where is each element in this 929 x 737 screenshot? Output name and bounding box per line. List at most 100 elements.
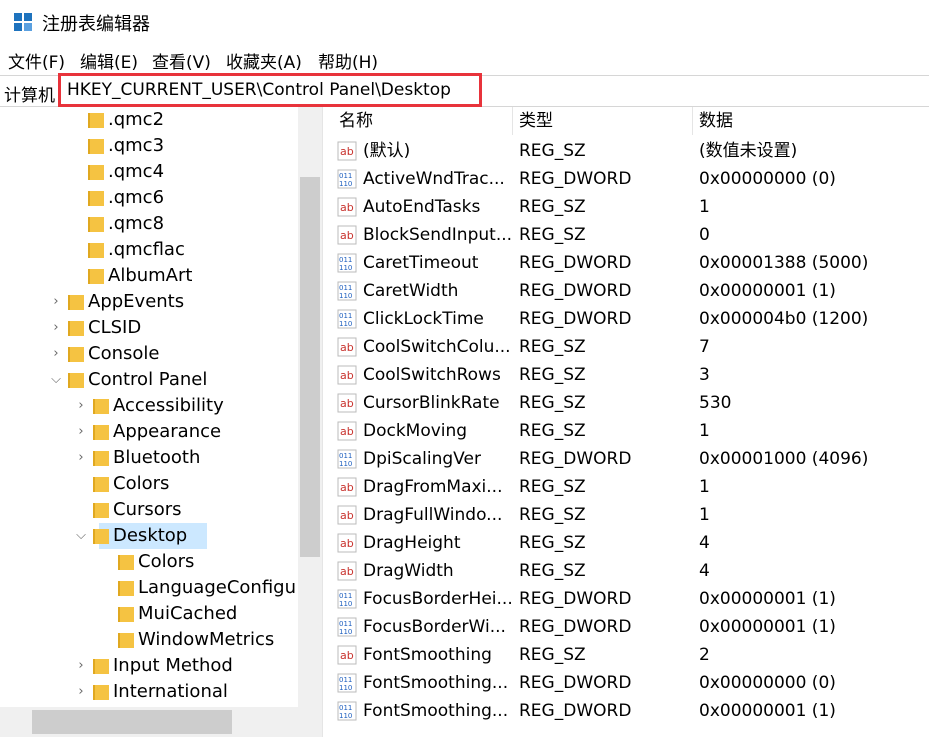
folder-icon [93, 659, 109, 674]
tree-item[interactable]: .qmc3 [0, 133, 298, 159]
tree-item[interactable]: .qmcflac [0, 237, 298, 263]
value-row[interactable]: ab DragHeight REG_SZ 4 [333, 529, 929, 557]
menu-help[interactable]: 帮助(H) [318, 48, 378, 73]
value-data: 1 [699, 197, 710, 217]
column-header-data[interactable]: 数据 [693, 107, 929, 135]
value-row[interactable]: ab CoolSwitchColu... REG_SZ 7 [333, 333, 929, 361]
address-path-input[interactable]: HKEY_CURRENT_USER\Control Panel\Desktop [58, 73, 482, 107]
tree-item[interactable]: ⌵ Desktop [76, 523, 207, 549]
menu-edit[interactable]: 编辑(E) [80, 48, 138, 73]
tree-item[interactable]: MuiCached [0, 601, 298, 627]
value-row[interactable]: ab CoolSwitchRows REG_SZ 3 [333, 361, 929, 389]
svg-text:011: 011 [339, 312, 352, 320]
folder-icon [68, 321, 84, 336]
svg-text:110: 110 [339, 264, 352, 272]
value-type: REG_SZ [519, 197, 586, 217]
string-value-icon: ab [337, 645, 357, 665]
value-row[interactable]: 011 110 FocusBorderWi... REG_DWORD 0x0000000… [333, 613, 929, 641]
scrollbar-thumb[interactable] [300, 177, 320, 557]
value-row[interactable]: 011 110 CaretWidth REG_DWORD 0x00000001 (1) [333, 277, 929, 305]
value-type: REG_DWORD [519, 253, 632, 273]
tree-item[interactable]: .qmc4 [0, 159, 298, 185]
dword-value-icon: 011110 [337, 449, 357, 469]
tree-vertical-scrollbar[interactable] [298, 107, 322, 707]
tree-item[interactable]: WindowMetrics [0, 627, 298, 653]
tree-item[interactable]: › Input Method [0, 653, 298, 679]
value-row[interactable]: ab CursorBlinkRate REG_SZ 530 [333, 389, 929, 417]
value-row[interactable]: ab (默认) REG_SZ (数值未设置) [333, 137, 929, 165]
tree-item[interactable]: Colors [0, 471, 298, 497]
tree-item[interactable]: › Bluetooth [0, 445, 298, 471]
chevron-down-icon[interactable]: ⌵ [75, 523, 87, 549]
tree-item[interactable]: › Accessibility [0, 393, 298, 419]
value-row[interactable]: ab BlockSendInput... REG_SZ 0 [333, 221, 929, 249]
tree-item[interactable]: LanguageConfigu [0, 575, 298, 601]
chevron-right-icon[interactable]: › [75, 653, 87, 679]
value-type: REG_SZ [519, 141, 586, 161]
value-row[interactable]: ab AutoEndTasks REG_SZ 1 [333, 193, 929, 221]
chevron-right-icon[interactable]: › [50, 289, 62, 315]
value-row[interactable]: ab DragFromMaxi... REG_SZ 1 [333, 473, 929, 501]
value-row[interactable]: 011 110 ActiveWndTrac... REG_DWORD 0x0000000… [333, 165, 929, 193]
tree-item[interactable]: .qmc6 [0, 185, 298, 211]
column-header-type[interactable]: 类型 [513, 107, 693, 135]
value-name: CaretTimeout [363, 253, 479, 273]
chevron-right-icon[interactable]: › [50, 315, 62, 341]
tree-item[interactable]: › International [0, 679, 298, 705]
chevron-right-icon[interactable]: › [75, 393, 87, 419]
tree-item[interactable]: .qmc8 [0, 211, 298, 237]
scrollbar-thumb[interactable] [32, 710, 232, 734]
chevron-down-icon[interactable]: ⌵ [50, 367, 62, 393]
chevron-right-icon[interactable]: › [75, 419, 87, 445]
dword-value-icon: 011110 [337, 309, 357, 329]
tree-item[interactable]: AlbumArt [0, 263, 298, 289]
menu-favorites[interactable]: 收藏夹(A) [226, 48, 302, 73]
value-row[interactable]: 011 110 FocusBorderHei... REG_DWORD 0x000000… [333, 585, 929, 613]
tree-item-label: .qmc6 [108, 187, 165, 208]
value-name: DragFromMaxi... [363, 477, 503, 497]
tree-item[interactable]: › Appearance [0, 419, 298, 445]
value-data: 0x00000000 (0) [699, 673, 836, 693]
chevron-right-icon[interactable]: › [75, 445, 87, 471]
dword-value-icon: 011110 [337, 673, 357, 693]
pane-splitter[interactable] [322, 107, 333, 737]
column-header-name[interactable]: 名称 [333, 107, 513, 135]
tree-item[interactable]: › Console [0, 341, 298, 367]
folder-icon [118, 555, 134, 570]
svg-text:ab: ab [340, 145, 354, 158]
svg-text:011: 011 [339, 620, 352, 628]
value-type: REG_SZ [519, 477, 586, 497]
value-row[interactable]: 011 110 ClickLockTime REG_DWORD 0x000004b0 (… [333, 305, 929, 333]
chevron-right-icon[interactable]: › [75, 679, 87, 705]
tree-item[interactable]: Colors [0, 549, 298, 575]
tree-item[interactable]: .qmc2 [0, 107, 298, 133]
svg-text:011: 011 [339, 592, 352, 600]
value-row[interactable]: ab DragFullWindo... REG_SZ 1 [333, 501, 929, 529]
tree-item[interactable]: ⌵ Control Panel [0, 367, 298, 393]
tree-item-label: .qmc3 [108, 135, 165, 156]
dword-value-icon: 011110 [337, 169, 357, 189]
value-data: 0x00000000 (0) [699, 169, 836, 189]
menu-view[interactable]: 查看(V) [152, 48, 211, 73]
value-row[interactable]: 011 110 FontSmoothing... REG_DWORD 0x0000000… [333, 669, 929, 697]
svg-text:ab: ab [340, 509, 354, 522]
value-row[interactable]: ab DragWidth REG_SZ 4 [333, 557, 929, 585]
value-row[interactable]: 011 110 CaretTimeout REG_DWORD 0x00001388 (5… [333, 249, 929, 277]
tree-item[interactable]: Cursors [0, 497, 298, 523]
value-type: REG_DWORD [519, 169, 632, 189]
svg-text:ab: ab [340, 425, 354, 438]
tree-item[interactable]: › CLSID [0, 315, 298, 341]
chevron-right-icon[interactable]: › [50, 341, 62, 367]
value-row[interactable]: ab FontSmoothing REG_SZ 2 [333, 641, 929, 669]
value-data: 0x000004b0 (1200) [699, 309, 869, 329]
menu-file[interactable]: 文件(F) [8, 48, 65, 73]
svg-text:110: 110 [339, 460, 352, 468]
value-row[interactable]: ab DockMoving REG_SZ 1 [333, 417, 929, 445]
value-row[interactable]: 011 110 DpiScalingVer REG_DWORD 0x00001000 (… [333, 445, 929, 473]
string-value-icon: ab [337, 477, 357, 497]
value-row[interactable]: 011 110 FontSmoothing... REG_DWORD 0x0000000… [333, 697, 929, 725]
value-name: FontSmoothing... [363, 701, 509, 721]
tree-item[interactable]: › AppEvents [0, 289, 298, 315]
tree-horizontal-scrollbar[interactable] [0, 707, 322, 737]
string-value-icon: ab [337, 197, 357, 217]
